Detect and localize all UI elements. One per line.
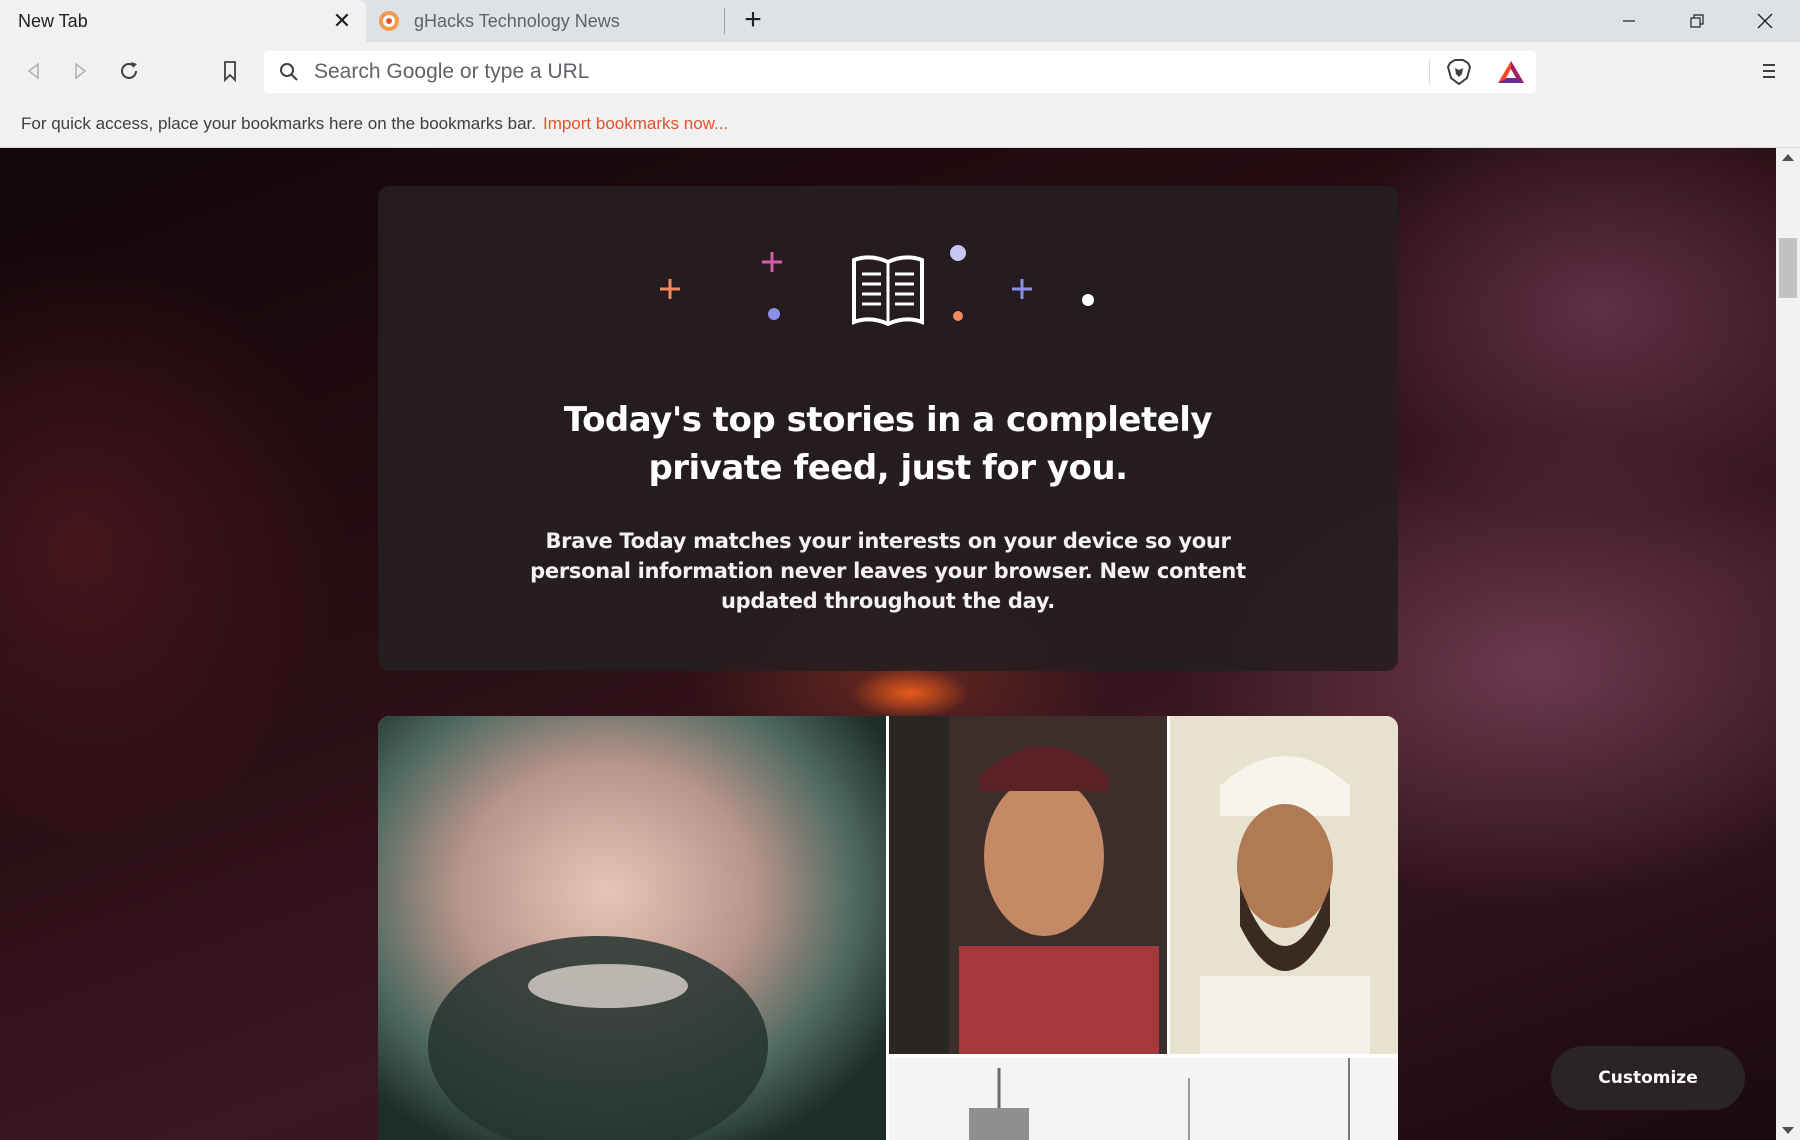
omnibox-divider bbox=[1429, 59, 1430, 85]
address-bar[interactable] bbox=[264, 51, 1536, 93]
white-dot bbox=[1082, 294, 1094, 306]
search-icon bbox=[280, 63, 298, 81]
peach-dot bbox=[953, 311, 963, 321]
bat-rewards-icon bbox=[1498, 61, 1524, 83]
scroll-down-arrow-icon[interactable] bbox=[1782, 1127, 1794, 1134]
brave-today-illustration bbox=[660, 245, 1094, 327]
blue-dot bbox=[768, 308, 780, 320]
toolbar bbox=[0, 42, 1800, 100]
back-button[interactable] bbox=[17, 54, 51, 88]
bookmarks-bar: For quick access, place your bookmarks h… bbox=[0, 100, 1800, 148]
back-arrow-icon bbox=[27, 62, 39, 80]
import-bookmarks-link[interactable]: Import bookmarks now... bbox=[543, 114, 728, 134]
tab-ghacks[interactable]: gHacks Technology News bbox=[366, 0, 724, 42]
forward-button[interactable] bbox=[63, 54, 97, 88]
orange-plus-icon bbox=[660, 279, 680, 299]
tab-strip: New Tab ✕ gHacks Technology News + bbox=[0, 0, 1800, 42]
news-article-card[interactable] bbox=[378, 716, 1398, 1140]
bookmarks-bar-message: For quick access, place your bookmarks h… bbox=[21, 113, 536, 133]
restore-button[interactable] bbox=[1680, 4, 1714, 38]
tab-title: New Tab bbox=[18, 10, 88, 31]
brave-rewards-button[interactable] bbox=[1491, 55, 1531, 89]
scroll-up-arrow-icon[interactable] bbox=[1782, 154, 1794, 161]
new-tab-button[interactable]: + bbox=[738, 5, 768, 36]
newspaper-icon bbox=[852, 255, 924, 327]
reload-icon bbox=[121, 62, 137, 79]
minimize-button[interactable] bbox=[1612, 4, 1646, 38]
forward-arrow-icon bbox=[75, 62, 87, 80]
new-tab-page: Today's top stories in a completely priv… bbox=[0, 148, 1776, 1140]
pink-plus-icon bbox=[762, 252, 782, 272]
reload-button[interactable] bbox=[112, 54, 146, 88]
tab-separator bbox=[724, 8, 725, 34]
ghacks-favicon-icon bbox=[379, 11, 399, 31]
background-highlight bbox=[850, 668, 970, 718]
article-image-left bbox=[378, 716, 886, 1140]
tab-new-tab[interactable]: New Tab ✕ bbox=[0, 0, 366, 42]
article-image-bottom bbox=[889, 1058, 1398, 1140]
hamburger-menu-icon bbox=[1763, 64, 1775, 78]
brave-lion-shield-icon bbox=[1446, 59, 1472, 86]
minimize-icon bbox=[1623, 20, 1635, 22]
main-menu-button[interactable] bbox=[1752, 54, 1786, 88]
bookmark-button[interactable] bbox=[213, 54, 247, 88]
bookmark-icon bbox=[224, 61, 236, 82]
brave-today-description: Brave Today matches your interests on yo… bbox=[530, 529, 1246, 613]
close-tab-icon[interactable]: ✕ bbox=[330, 9, 354, 33]
tab-title: gHacks Technology News bbox=[414, 10, 620, 31]
restore-icon bbox=[1690, 14, 1704, 28]
brave-shields-button[interactable] bbox=[1442, 55, 1476, 89]
close-window-button[interactable] bbox=[1748, 4, 1782, 38]
address-input[interactable] bbox=[314, 51, 1464, 93]
page-scrollbar[interactable] bbox=[1776, 148, 1800, 1140]
article-image-middle bbox=[889, 716, 1167, 1054]
lavender-dot bbox=[950, 245, 966, 261]
close-window-icon bbox=[1757, 13, 1773, 29]
scrollbar-thumb[interactable] bbox=[1779, 238, 1797, 298]
customize-button[interactable]: Customize bbox=[1551, 1046, 1745, 1110]
blue-plus-icon bbox=[1012, 279, 1032, 299]
brave-today-intro-card: Today's top stories in a completely priv… bbox=[378, 186, 1398, 671]
article-image-right bbox=[1170, 716, 1398, 1054]
brave-today-heading: Today's top stories in a completely priv… bbox=[563, 400, 1213, 488]
